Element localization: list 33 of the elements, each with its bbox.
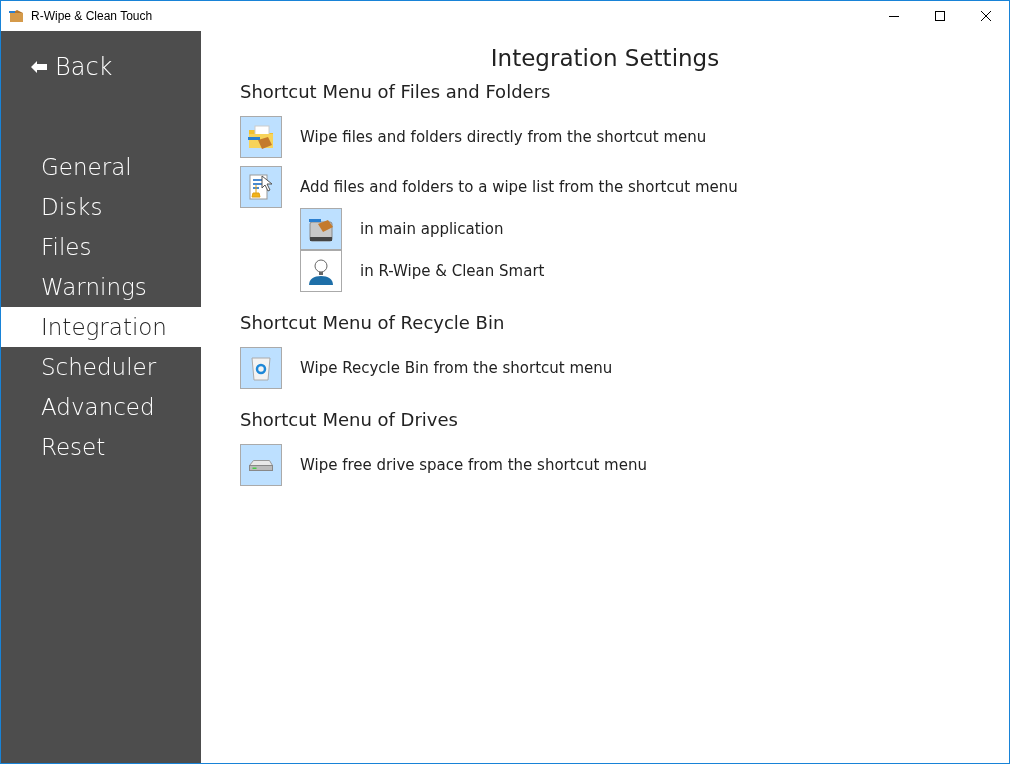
- toggle-button[interactable]: [240, 444, 282, 486]
- close-icon: [981, 11, 991, 21]
- window-title: R-Wipe & Clean Touch: [31, 9, 153, 23]
- maximize-icon: [935, 11, 945, 21]
- nav-item[interactable]: Integration: [1, 307, 201, 347]
- option-label: Wipe files and folders directly from the shortcut menu: [300, 128, 707, 146]
- person-lightbulb-icon: [306, 256, 336, 286]
- nav-item[interactable]: Reset: [1, 427, 201, 467]
- nav-item[interactable]: Scheduler: [1, 347, 201, 387]
- section-heading: Shortcut Menu of Files and Folders: [240, 81, 552, 102]
- section-heading: Shortcut Menu of Recycle Bin: [240, 312, 506, 333]
- option-label: Wipe free drive space from the shortcut menu: [300, 456, 647, 474]
- nav-item[interactable]: Advanced: [1, 387, 201, 427]
- nav-item[interactable]: Warnings: [1, 267, 201, 307]
- drive-icon: [249, 459, 273, 471]
- brush-box-icon: [9, 8, 25, 24]
- option-label: Add files and folders to a wipe list from the shortcut menu: [300, 178, 738, 196]
- option-label: in main application: [360, 220, 504, 238]
- nav-item[interactable]: General: [1, 147, 201, 187]
- back-button[interactable]: Back: [31, 53, 113, 81]
- back-arrow-icon: [31, 61, 47, 73]
- toggle-button[interactable]: [240, 166, 282, 208]
- toggle-button[interactable]: [300, 250, 342, 292]
- folder-brush-icon: [246, 122, 276, 152]
- toggle-button[interactable]: [240, 347, 282, 389]
- nav-item[interactable]: Files: [1, 227, 201, 267]
- page-title: Integration Settings: [489, 45, 721, 71]
- option-label: in R-Wipe & Clean Smart: [360, 262, 545, 280]
- section-heading: Shortcut Menu of Drives: [240, 409, 459, 430]
- nav-item[interactable]: Disks: [1, 187, 201, 227]
- option-label: Wipe Recycle Bin from the shortcut menu: [300, 359, 613, 377]
- toggle-button[interactable]: [300, 208, 342, 250]
- toggle-button[interactable]: [240, 116, 282, 158]
